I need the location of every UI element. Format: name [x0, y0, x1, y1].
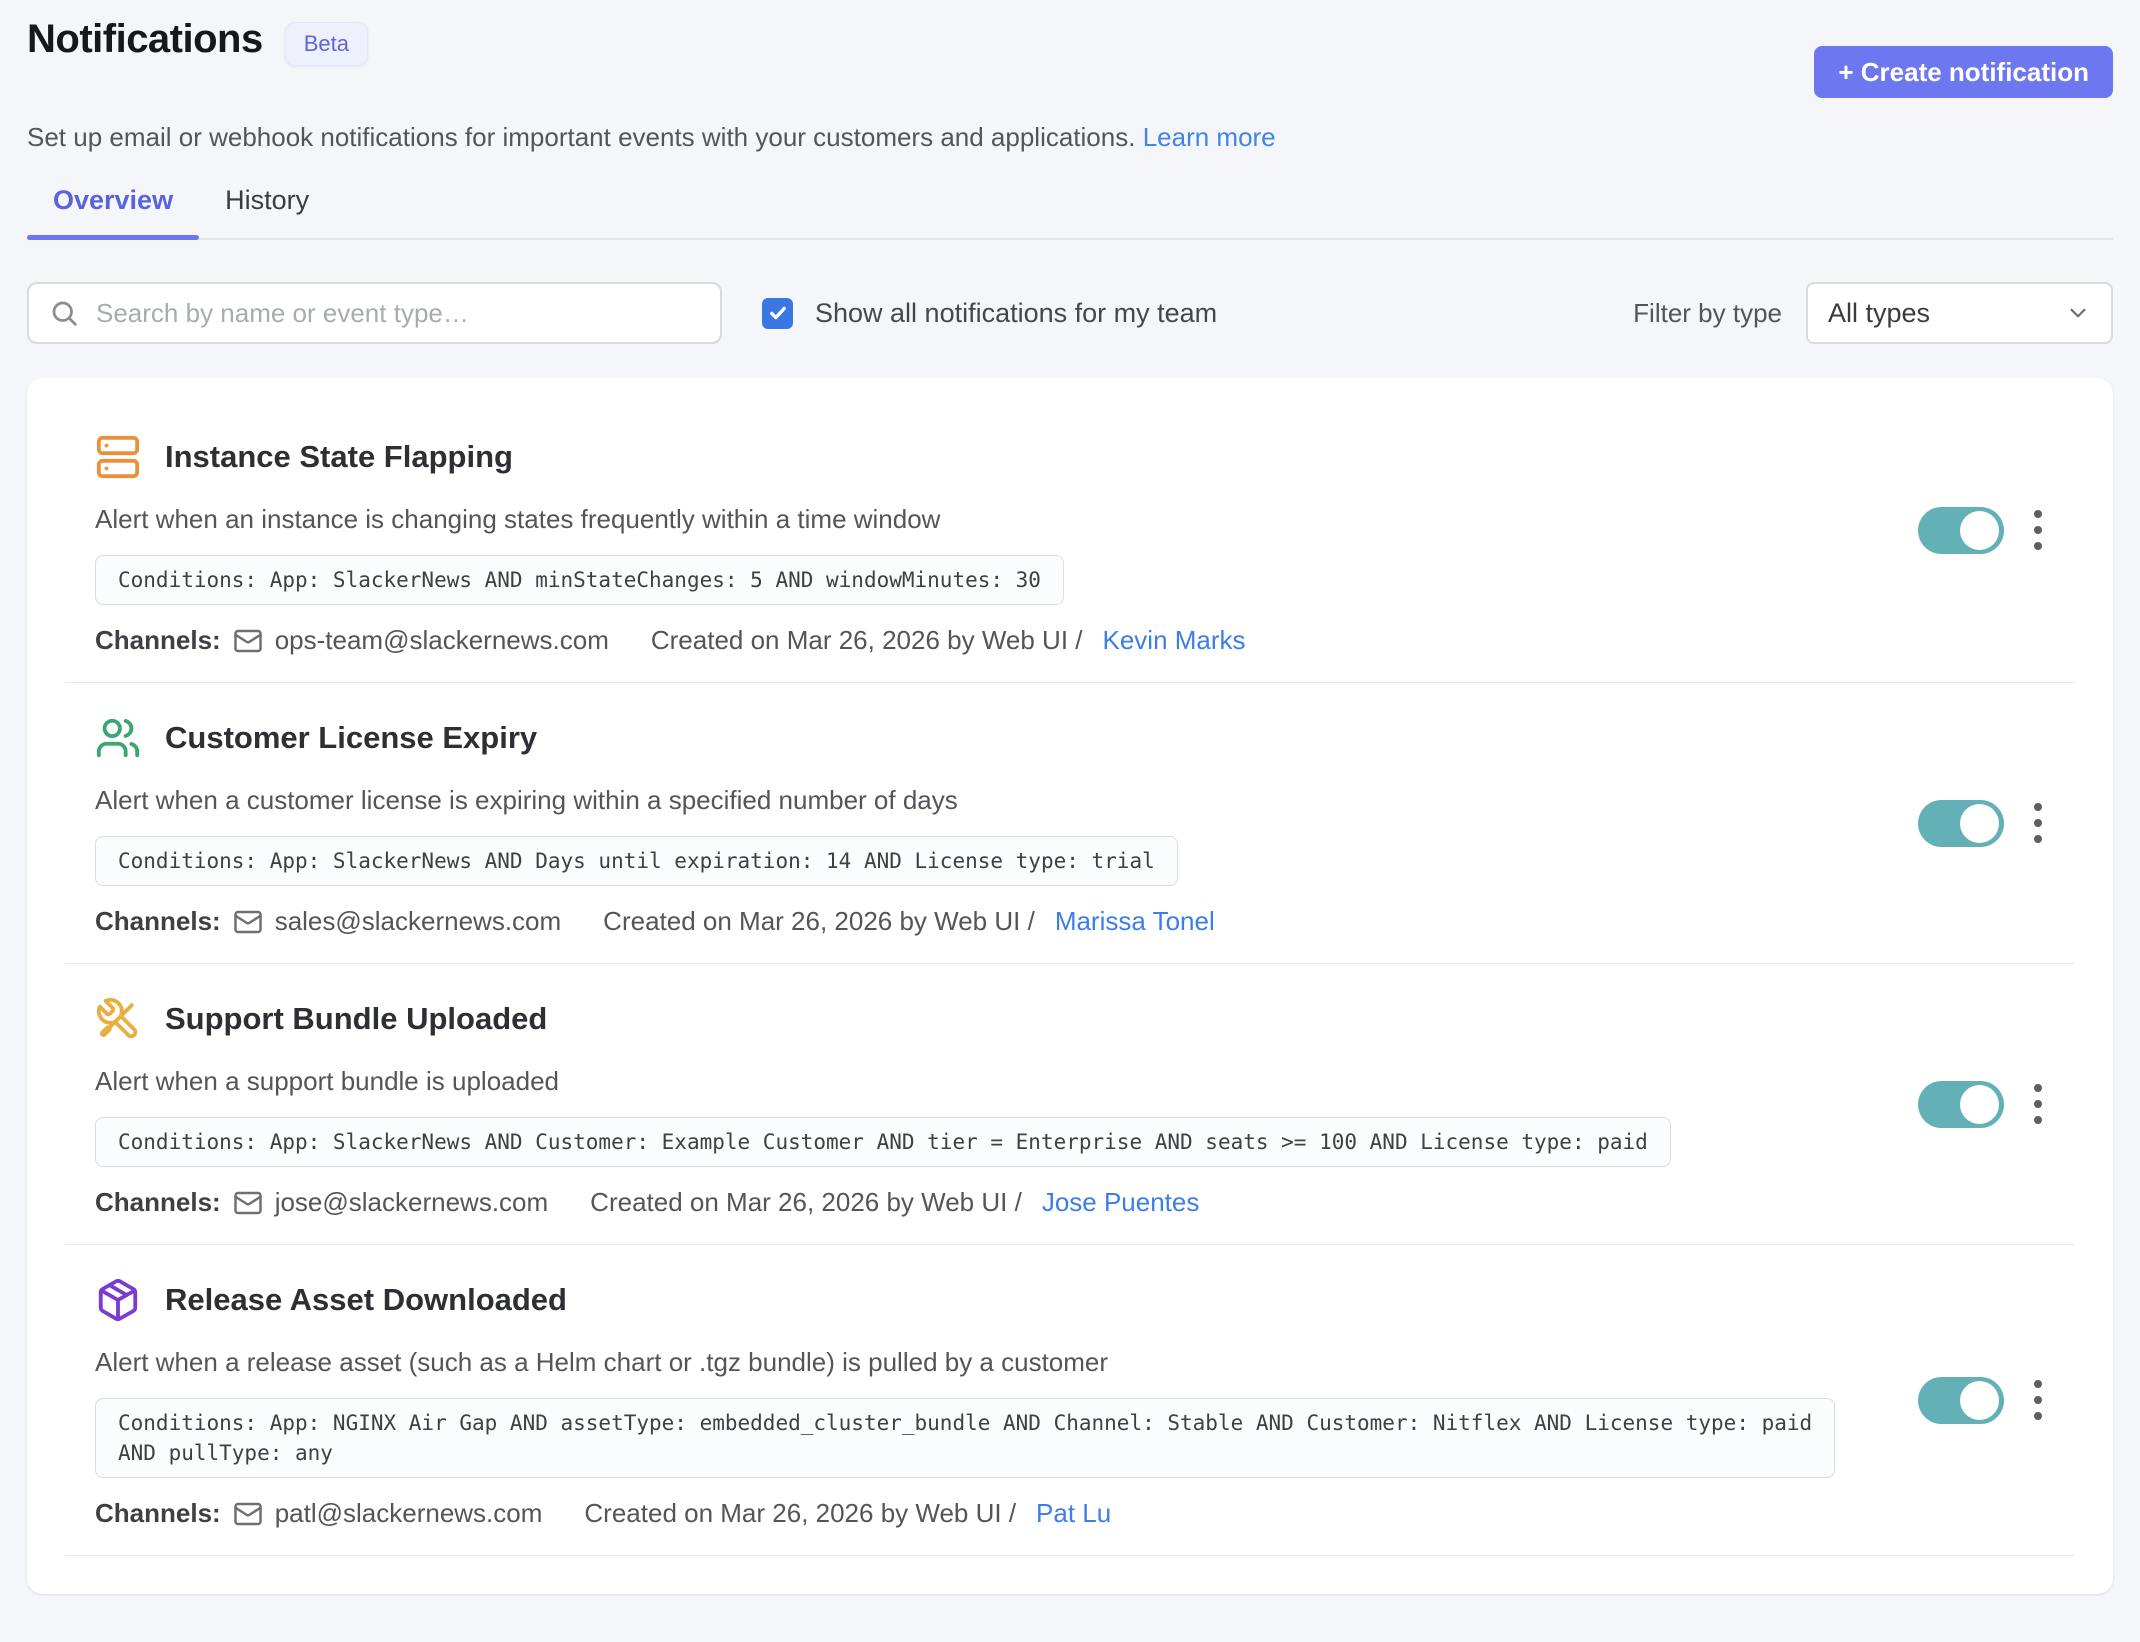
chevron-down-icon	[2065, 300, 2091, 326]
notification-title: Support Bundle Uploaded	[165, 1001, 547, 1037]
notification-controls	[1918, 1078, 2048, 1130]
created-text: Created on Mar 26, 2026 by Web UI /	[590, 1187, 1022, 1218]
notification-meta: Channels: patl@slackernews.com Created o…	[95, 1498, 2045, 1529]
search-input[interactable]	[94, 297, 700, 330]
channels-label: Channels:	[95, 1498, 221, 1529]
create-notification-button[interactable]: + Create notification	[1814, 46, 2113, 98]
enabled-toggle[interactable]	[1918, 507, 2004, 554]
channels-label: Channels:	[95, 625, 221, 656]
notification-meta: Channels: ops-team@slackernews.com Creat…	[95, 625, 2045, 656]
notification-conditions: Conditions: App: SlackerNews AND Custome…	[95, 1117, 1671, 1167]
users-icon	[95, 715, 141, 761]
notification-card: Release Asset Downloaded Alert when a re…	[65, 1245, 2075, 1555]
notification-controls	[1918, 1374, 2048, 1426]
notification-description: Alert when an instance is changing state…	[95, 504, 1795, 535]
page-title: Notifications	[27, 16, 263, 62]
enabled-toggle[interactable]	[1918, 1081, 2004, 1128]
notification-row: Release Asset Downloaded Alert when a re…	[65, 1245, 2075, 1556]
tab-history[interactable]: History	[199, 185, 335, 238]
kebab-menu-icon[interactable]	[2028, 1078, 2048, 1130]
channels-label: Channels:	[95, 1187, 221, 1218]
mail-icon	[233, 626, 263, 656]
notification-row: Customer License Expiry Alert when a cus…	[65, 683, 2075, 964]
tab-overview[interactable]: Overview	[27, 185, 199, 238]
notification-conditions: Conditions: App: NGINX Air Gap AND asset…	[95, 1398, 1835, 1478]
notification-description: Alert when a customer license is expirin…	[95, 785, 1795, 816]
page-description: Set up email or webhook notifications fo…	[27, 122, 2113, 153]
notification-title: Release Asset Downloaded	[165, 1282, 567, 1318]
notification-list: Instance State Flapping Alert when an in…	[27, 378, 2113, 1594]
created-text: Created on Mar 26, 2026 by Web UI /	[584, 1498, 1016, 1529]
enabled-toggle[interactable]	[1918, 1377, 2004, 1424]
created-text: Created on Mar 26, 2026 by Web UI /	[603, 906, 1035, 937]
package-icon	[95, 1277, 141, 1323]
channel-email: ops-team@slackernews.com	[275, 625, 609, 656]
channel-email: patl@slackernews.com	[275, 1498, 543, 1529]
mail-icon	[233, 907, 263, 937]
type-filter-value: All types	[1828, 298, 1930, 329]
tab-bar: Overview History	[27, 185, 2113, 240]
filter-toolbar: Show all notifications for my team Filte…	[27, 282, 2113, 344]
show-all-checkbox[interactable]	[762, 298, 793, 329]
search-icon	[49, 298, 79, 328]
created-text: Created on Mar 26, 2026 by Web UI /	[651, 625, 1083, 656]
notification-conditions: Conditions: App: SlackerNews AND Days un…	[95, 836, 1178, 886]
server-icon	[95, 434, 141, 480]
channel-email: sales@slackernews.com	[275, 906, 561, 937]
author-link[interactable]: Jose Puentes	[1042, 1187, 1200, 1218]
tools-icon	[95, 996, 141, 1042]
description-text: Set up email or webhook notifications fo…	[27, 122, 1135, 152]
filter-group: Filter by type All types	[1633, 282, 2113, 344]
notification-header: Instance State Flapping	[95, 434, 2045, 480]
channel-email: jose@slackernews.com	[275, 1187, 548, 1218]
beta-badge: Beta	[285, 22, 368, 66]
notification-conditions: Conditions: App: SlackerNews AND minStat…	[95, 555, 1064, 605]
notification-controls	[1918, 797, 2048, 849]
type-filter-select[interactable]: All types	[1806, 282, 2113, 344]
author-link[interactable]: Kevin Marks	[1103, 625, 1246, 656]
notifications-page: Notifications Beta + Create notification…	[0, 0, 2140, 1594]
author-link[interactable]: Marissa Tonel	[1055, 906, 1215, 937]
notification-header: Customer License Expiry	[95, 715, 2045, 761]
kebab-menu-icon[interactable]	[2028, 797, 2048, 849]
notification-description: Alert when a support bundle is uploaded	[95, 1066, 1795, 1097]
mail-icon	[233, 1499, 263, 1529]
page-header: Notifications Beta + Create notification	[27, 16, 2113, 98]
notification-title: Customer License Expiry	[165, 720, 537, 756]
notification-card: Customer License Expiry Alert when a cus…	[65, 683, 2075, 963]
notification-header: Release Asset Downloaded	[95, 1277, 2045, 1323]
notification-header: Support Bundle Uploaded	[95, 996, 2045, 1042]
notification-card: Instance State Flapping Alert when an in…	[65, 378, 2075, 682]
notification-controls	[1918, 504, 2048, 556]
notification-meta: Channels: sales@slackernews.com Created …	[95, 906, 2045, 937]
team-checkbox-group: Show all notifications for my team	[762, 298, 1217, 329]
mail-icon	[233, 1188, 263, 1218]
show-all-checkbox-label: Show all notifications for my team	[815, 298, 1217, 329]
author-link[interactable]: Pat Lu	[1036, 1498, 1111, 1529]
channels-label: Channels:	[95, 906, 221, 937]
learn-more-link[interactable]: Learn more	[1143, 122, 1276, 152]
check-icon	[768, 303, 788, 323]
kebab-menu-icon[interactable]	[2028, 504, 2048, 556]
notification-card: Support Bundle Uploaded Alert when a sup…	[65, 964, 2075, 1244]
notification-description: Alert when a release asset (such as a He…	[95, 1347, 1795, 1378]
notification-meta: Channels: jose@slackernews.com Created o…	[95, 1187, 2045, 1218]
notification-title: Instance State Flapping	[165, 439, 513, 475]
notification-row: Instance State Flapping Alert when an in…	[65, 378, 2075, 683]
notification-row: Support Bundle Uploaded Alert when a sup…	[65, 964, 2075, 1245]
enabled-toggle[interactable]	[1918, 800, 2004, 847]
search-box	[27, 282, 722, 344]
filter-by-type-label: Filter by type	[1633, 298, 1782, 329]
kebab-menu-icon[interactable]	[2028, 1374, 2048, 1426]
